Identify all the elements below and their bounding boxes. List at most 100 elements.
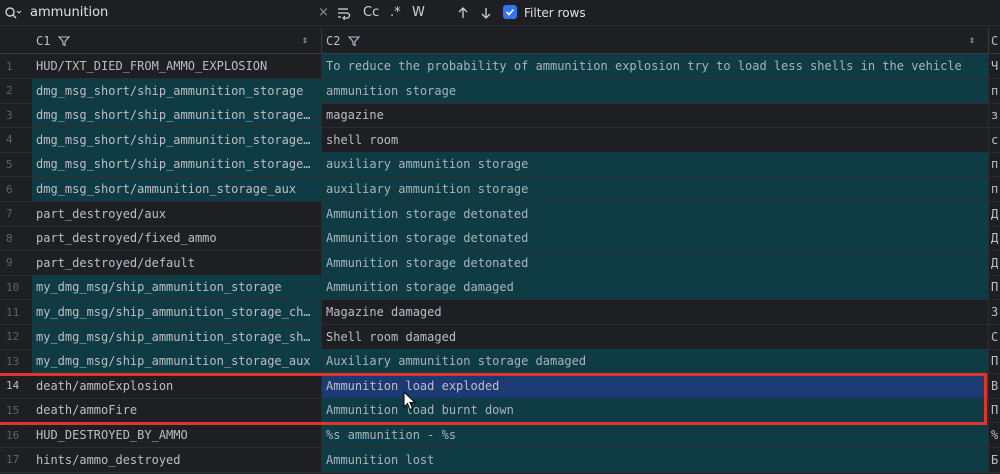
cell-c3[interactable]: П <box>989 398 1000 422</box>
cell-c1[interactable]: hints/ammo_destroyed <box>32 448 321 472</box>
cell-c3[interactable]: с <box>989 128 1000 152</box>
cell-c2[interactable]: auxiliary ammunition storage <box>322 177 988 201</box>
previous-occurrence-icon[interactable] <box>456 0 470 25</box>
row-number: 8 <box>6 231 13 245</box>
table-row[interactable]: 15 death/ammoFire Ammunition load burnt do… <box>0 398 1000 424</box>
cell-c2[interactable]: Ammunition storage detonated <box>322 250 988 275</box>
cell-c1[interactable]: HUD_DESTROYED_BY_AMMO <box>32 423 321 447</box>
clear-search-icon[interactable]: × <box>318 0 329 25</box>
cell-c1[interactable]: part_destroyed/default <box>32 251 321 275</box>
cell-c2[interactable]: To reduce the probability of ammunition … <box>322 54 988 78</box>
column-divider <box>321 447 322 472</box>
cell-c1[interactable]: dmg_msg_short/ship_ammunition_storage… <box>32 103 321 128</box>
filter-icon[interactable] <box>348 35 361 47</box>
cell-c2[interactable]: Auxiliary ammunition storage damaged <box>322 349 988 374</box>
table-row[interactable]: 8 part_destroyed/fixed_ammo Ammunition sto… <box>0 226 1000 252</box>
column-divider <box>988 324 989 349</box>
cell-c3[interactable]: П <box>989 275 1000 299</box>
column-header-c1[interactable]: C1 <box>36 28 71 53</box>
cell-c2[interactable]: shell room <box>322 128 988 152</box>
checkmark-icon <box>505 8 515 16</box>
table-row[interactable]: 9 part_destroyed/default Ammunition storag… <box>0 250 1000 276</box>
cell-c3[interactable]: З <box>989 300 1000 324</box>
cell-c2[interactable]: magazine <box>322 103 988 127</box>
cell-c2[interactable]: ammunition storage <box>322 78 988 103</box>
table-row[interactable]: 13 my_dmg_msg/ship_ammunition_storage_aux… <box>0 349 1000 375</box>
table-row[interactable]: 16 HUD_DESTROYED_BY_AMMO %s ammunition - %… <box>0 423 1000 448</box>
table-row[interactable]: 6 dmg_msg_short/ammunition_storage_aux aux… <box>0 177 1000 202</box>
cell-c1[interactable]: death/ammoFire <box>32 398 321 422</box>
cell-c2[interactable]: Ammunition storage damaged <box>322 275 988 300</box>
table-row[interactable]: 2 dmg_msg_short/ship_ammunition_storage am… <box>0 78 1000 104</box>
cell-c2[interactable]: Ammunition load burnt down <box>322 398 988 423</box>
column-divider <box>321 324 322 349</box>
cell-c2[interactable]: auxiliary ammunition storage <box>322 152 988 177</box>
table-row[interactable]: 7 part_destroyed/aux Ammunition storage de… <box>0 201 1000 227</box>
cell-c3[interactable]: п <box>989 79 1000 103</box>
next-occurrence-icon[interactable] <box>479 0 493 25</box>
regex-button[interactable]: .* <box>390 0 401 25</box>
cell-c3[interactable]: Д <box>989 226 1000 250</box>
table-row[interactable]: 5 dmg_msg_short/ship_ammunition_storage… a… <box>0 152 1000 178</box>
cell-c3[interactable]: С <box>989 325 1000 349</box>
cell-c3[interactable]: Д <box>989 202 1000 226</box>
cell-c2[interactable]: Ammunition lost <box>322 447 988 472</box>
cell-c1[interactable]: death/ammoExplosion <box>32 374 321 398</box>
cell-c1[interactable]: my_dmg_msg/ship_ammunition_storage_sh… <box>32 324 321 349</box>
column-divider <box>321 177 322 201</box>
cell-c2[interactable]: Ammunition storage detonated <box>322 226 988 251</box>
table-row[interactable]: 10 my_dmg_msg/ship_ammunition_storage Ammu… <box>0 275 1000 301</box>
cell-c3[interactable]: п <box>989 177 1000 201</box>
sort-icon[interactable]: ⇕ <box>969 28 975 53</box>
cell-c1[interactable]: part_destroyed/aux <box>32 202 321 226</box>
cell-c3[interactable]: В <box>989 374 1000 398</box>
column-divider <box>321 127 322 152</box>
cell-c3[interactable]: з <box>989 103 1000 127</box>
cell-c2[interactable]: Ammunition load exploded <box>322 373 988 398</box>
cell-c2[interactable]: %s ammunition - %s <box>322 423 988 447</box>
cell-c1[interactable]: dmg_msg_short/ship_ammunition_storage… <box>32 152 321 177</box>
match-case-button[interactable]: Cc <box>363 0 379 25</box>
filter-rows-checkbox[interactable] <box>503 5 517 19</box>
filter-icon[interactable] <box>58 35 71 47</box>
cell-c2[interactable]: Ammunition storage detonated <box>322 201 988 226</box>
cell-c3[interactable]: % <box>989 423 1000 447</box>
cell-c2[interactable]: Shell room damaged <box>322 325 988 349</box>
row-number: 9 <box>6 256 13 270</box>
cell-c1[interactable]: dmg_msg_short/ship_ammunition_storage… <box>32 127 321 152</box>
cell-c1[interactable]: my_dmg_msg/ship_ammunition_storage_ch… <box>32 300 321 324</box>
column-divider <box>988 250 989 275</box>
table-row[interactable]: 12 my_dmg_msg/ship_ammunition_storage_sh…… <box>0 324 1000 350</box>
table-row[interactable]: 1 HUD/TXT_DIED_FROM_AMMO_EXPLOSION To redu… <box>0 54 1000 79</box>
cell-c2[interactable]: Magazine damaged <box>322 300 988 324</box>
cell-c1[interactable]: my_dmg_msg/ship_ammunition_storage_aux <box>32 349 321 374</box>
table-row[interactable]: 17 hints/ammo_destroyed Ammunition lost Б <box>0 447 1000 473</box>
column-divider <box>988 275 989 300</box>
table-row[interactable]: 11 my_dmg_msg/ship_ammunition_storage_ch…… <box>0 300 1000 325</box>
cell-c1[interactable]: part_destroyed/fixed_ammo <box>32 226 321 250</box>
cell-c3[interactable]: п <box>989 152 1000 176</box>
cell-c1[interactable]: HUD/TXT_DIED_FROM_AMMO_EXPLOSION <box>32 54 321 78</box>
column-separator[interactable] <box>321 28 322 53</box>
new-line-icon[interactable] <box>336 0 352 25</box>
column-divider <box>321 103 322 128</box>
table-row[interactable]: 3 dmg_msg_short/ship_ammunition_storage… m… <box>0 103 1000 129</box>
cell-c3[interactable]: П <box>989 349 1000 373</box>
search-history-icon[interactable] <box>4 0 22 25</box>
column-header-c2[interactable]: C2 <box>326 28 361 53</box>
cell-c3[interactable]: Д <box>989 251 1000 275</box>
cell-c3[interactable]: Б <box>989 448 1000 472</box>
table-row[interactable]: 4 dmg_msg_short/ship_ammunition_storage… s… <box>0 127 1000 153</box>
cell-c3[interactable]: Ч <box>989 54 1000 78</box>
cell-c1[interactable]: my_dmg_msg/ship_ammunition_storage <box>32 275 321 300</box>
column-header-c3[interactable]: C <box>991 28 998 53</box>
filter-rows-label[interactable]: Filter rows <box>524 0 586 25</box>
cell-c1[interactable]: dmg_msg_short/ship_ammunition_storage <box>32 78 321 103</box>
sort-icon[interactable]: ⇕ <box>302 28 308 53</box>
column-divider <box>321 300 322 324</box>
search-input[interactable] <box>30 3 310 21</box>
table-row[interactable]: 14 death/ammoExplosion Ammunition load exp… <box>0 373 1000 399</box>
cell-c1[interactable]: dmg_msg_short/ammunition_storage_aux <box>32 177 321 201</box>
column-separator[interactable] <box>988 28 989 53</box>
whole-word-button[interactable]: W <box>412 0 425 25</box>
